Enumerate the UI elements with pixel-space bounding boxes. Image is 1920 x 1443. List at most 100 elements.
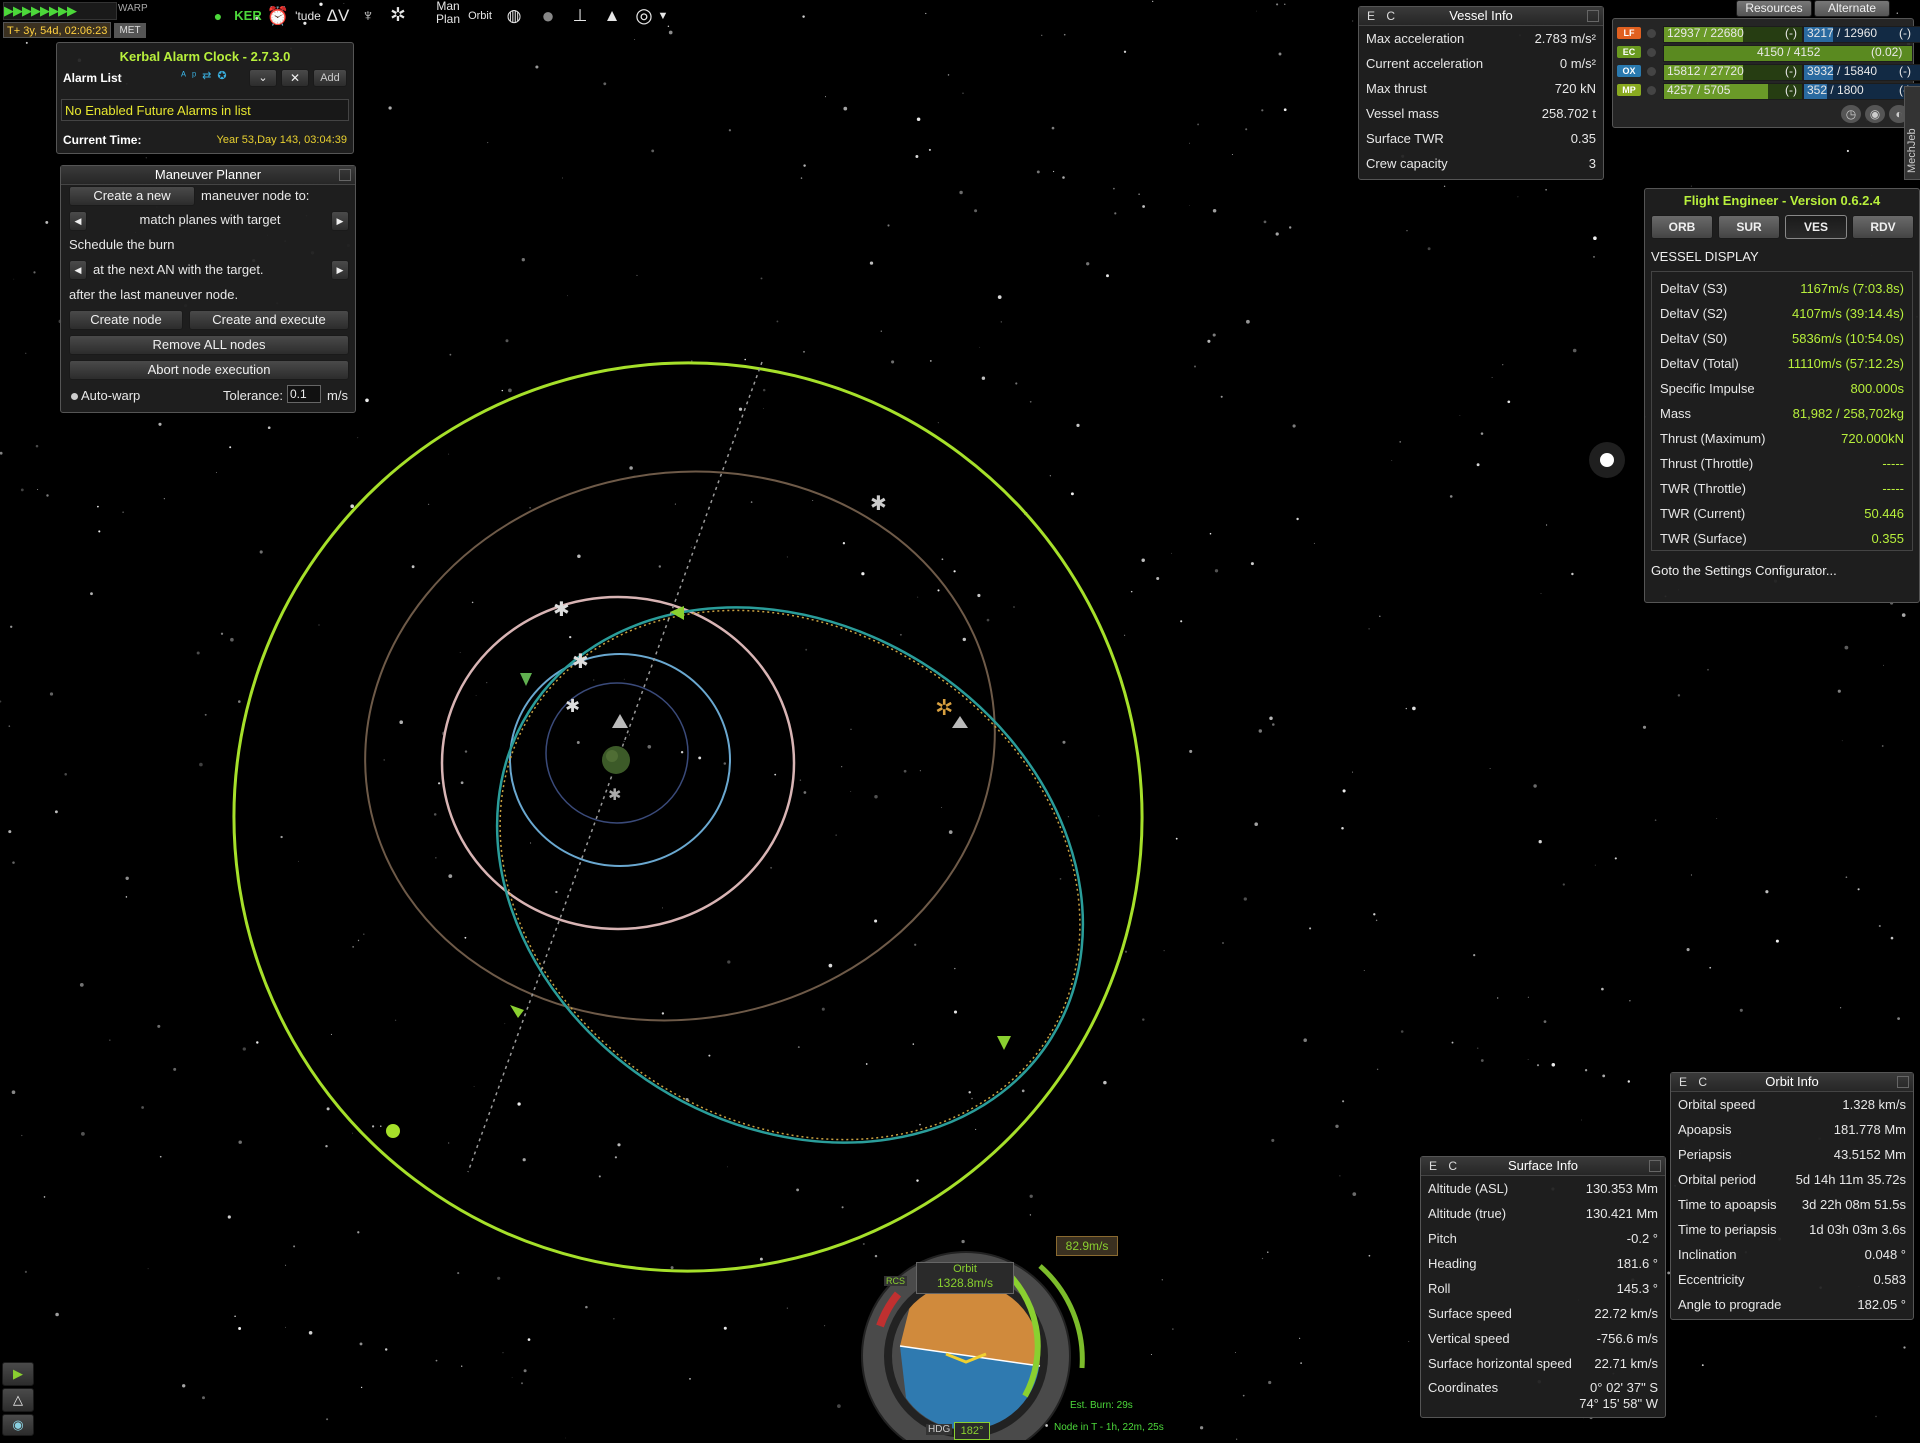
operation-selector[interactable]: match planes with target (91, 212, 329, 227)
rcs-indicator[interactable]: RCS (884, 1276, 908, 1286)
timing-prev-button[interactable]: ◀ (69, 260, 87, 280)
maneuver-planner-window: Maneuver Planner Create a new maneuver n… (60, 165, 356, 413)
fe-row-label: DeltaV (S0) (1660, 331, 1728, 346)
operation-prev-button[interactable]: ◀ (69, 211, 87, 231)
time-warp-widget[interactable]: ▶▶▶▶▶▶▶▶ WARP T+ 3y, 54d, 02:06:23 MET (0, 0, 148, 40)
ker-icon[interactable]: KER (234, 2, 262, 30)
vessel-orbit[interactable] (396, 500, 1183, 1250)
tab-rdv[interactable]: RDV (1852, 215, 1914, 239)
fe-row-label: TWR (Surface) (1660, 531, 1747, 546)
clock-icon[interactable]: ◷ (1841, 105, 1861, 123)
lander-icon[interactable]: ♆ (354, 2, 382, 30)
tab-resources[interactable]: Resources (1736, 0, 1812, 17)
surface-info-title: E C Surface Info (1421, 1157, 1665, 1176)
satellite-marker-4[interactable]: ✱ (870, 491, 887, 515)
navball-mode-box[interactable]: Orbit 1328.8m/s (916, 1262, 1014, 1294)
dropdown-icon[interactable]: ▼ (656, 2, 670, 30)
surface-info-row-label: Surface speed (1428, 1306, 1512, 1321)
alarm-filter-icons[interactable]: ᴬᵖ⇄✪ (181, 69, 233, 82)
satellite-marker-1[interactable]: ✱ (553, 597, 570, 621)
surface-info-row-value: -0.2 ° (1626, 1231, 1658, 1246)
flask-icon[interactable]: ▲ (598, 2, 626, 30)
fe-row: Mass 81,982 / 258,702kg (1652, 401, 1912, 426)
fe-row: Thrust (Maximum) 720.000kN (1652, 426, 1912, 451)
tab-alternate[interactable]: Alternate (1814, 0, 1890, 17)
target-icon[interactable]: ◎ (630, 2, 658, 30)
alarm-clock-icon[interactable]: ⏰ (264, 2, 292, 30)
fe-row-label: DeltaV (S2) (1660, 306, 1728, 321)
satellite-marker-2[interactable]: ✱ (572, 649, 589, 673)
surface-info-rows: Altitude (ASL) 130.353 Mm Altitude (true) 1… (1421, 1176, 1665, 1376)
tolerance-input[interactable] (287, 385, 321, 403)
apoapsis-marker[interactable] (510, 1005, 524, 1018)
delta-v-icon[interactable]: ΔV (324, 2, 352, 30)
eye-icon[interactable]: ◉ (1865, 105, 1885, 123)
surface-info-row-value: 181.6 ° (1616, 1256, 1658, 1271)
ec-buttons[interactable]: E C (1679, 1073, 1711, 1091)
orbit-info-row: Inclination 0.048 ° (1671, 1242, 1913, 1267)
orbit-icon[interactable]: Orbit (466, 2, 494, 30)
timing-selector[interactable]: at the next AN with the target. (93, 262, 264, 277)
moon-orbit-outer[interactable] (321, 422, 1038, 1069)
surface-info-row-label: Altitude (ASL) (1428, 1181, 1509, 1196)
mechjeb-tab[interactable]: MechJeb (1904, 86, 1920, 180)
probe-marker[interactable]: ✲ (935, 696, 968, 728)
operation-next-button[interactable]: ▶ (331, 211, 349, 231)
warp-label: WARP (118, 3, 148, 14)
remove-all-nodes-button[interactable]: Remove ALL nodes (69, 335, 349, 355)
resources-panel: Resources Alternate LF 12937 / 22680 (-) 32… (1612, 0, 1920, 180)
map-mode-button[interactable]: △ (2, 1388, 34, 1412)
settings-icon[interactable]: ✲ (384, 2, 412, 30)
tab-orb[interactable]: ORB (1651, 215, 1713, 239)
create-execute-button[interactable]: Create and execute (189, 310, 349, 330)
settings-configurator-link[interactable]: Goto the Settings Configurator... (1651, 563, 1837, 578)
orbit-info-title: E C Orbit Info (1671, 1073, 1913, 1092)
warp-arrows[interactable]: ▶▶▶▶▶▶▶▶ (3, 2, 117, 20)
fe-row-value: ----- (1882, 481, 1904, 496)
window-resize-icon[interactable] (1649, 1160, 1661, 1172)
surface-info-row-value: 145.3 ° (1616, 1281, 1658, 1296)
view-button[interactable]: ◉ (2, 1414, 34, 1436)
vessel-info-row: Current acceleration 0 m/s² (1359, 51, 1603, 76)
target-periapsis-marker[interactable] (997, 1036, 1011, 1050)
window-resize-icon[interactable] (1587, 10, 1599, 22)
alarm-settings-button[interactable]: ✕ (281, 69, 309, 87)
satellite-marker-5[interactable]: ✱ (608, 785, 621, 804)
planet-icon[interactable]: ● (534, 2, 562, 30)
ec-buttons[interactable]: E C (1429, 1157, 1461, 1175)
target-orbit[interactable] (175, 304, 1201, 1330)
navball-mode: Orbit (953, 1263, 977, 1275)
maneuver-plan-icon[interactable]: Man Plan (434, 0, 462, 28)
ascent-icon[interactable]: ⊥ (566, 2, 594, 30)
timing-next-button[interactable]: ▶ (331, 260, 349, 280)
dock-icon[interactable]: ◍ (500, 2, 528, 30)
vessel-info-row-value: 3 (1588, 156, 1596, 171)
resource-rate: (0.02) (1871, 45, 1903, 59)
vessel-info-row-label: Crew capacity (1366, 156, 1448, 171)
alarm-add-button[interactable]: Add (313, 69, 347, 87)
vessel-info-row-label: Surface TWR (1366, 131, 1444, 146)
satellite-marker-3[interactable]: ✱ (565, 696, 580, 717)
svg-text:✱: ✱ (608, 785, 621, 804)
attitude-icon[interactable]: 'tude (294, 2, 322, 30)
ec-buttons[interactable]: E C (1367, 7, 1399, 25)
window-resize-icon[interactable] (339, 169, 351, 181)
target-vessel-marker[interactable] (386, 1124, 400, 1138)
alarm-dropdown-button[interactable]: ⌄ (249, 69, 277, 87)
dn-marker[interactable] (520, 673, 532, 686)
tab-sur[interactable]: SUR (1718, 215, 1780, 239)
fe-row-value: 11110m/s (57:12.2s) (1787, 356, 1904, 371)
window-resize-icon[interactable] (1897, 1076, 1909, 1088)
after-node-label: after the last maneuver node. (69, 287, 239, 302)
mic-icon[interactable]: ● (204, 2, 232, 30)
ascending-node-marker[interactable] (670, 606, 684, 620)
abort-execution-button[interactable]: Abort node execution (69, 360, 349, 380)
create-node-button[interactable]: Create node (69, 310, 183, 330)
autowarp-toggle[interactable]: Auto-warp (71, 388, 140, 403)
tab-ves[interactable]: VES (1785, 215, 1847, 239)
camera-mode-button[interactable]: ▶ (2, 1362, 34, 1386)
resource-row: OX 15812 / 27720 (-) 3932 / 15840 (-) (1613, 63, 1920, 81)
create-new-button[interactable]: Create a new (69, 186, 195, 206)
surface-info-row-value: 22.72 km/s (1594, 1306, 1658, 1321)
vessel-marker[interactable] (612, 714, 628, 728)
